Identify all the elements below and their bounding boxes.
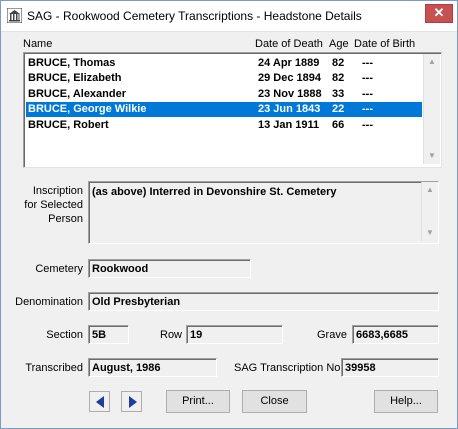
list-item[interactable]: BRUCE, Robert 13 Jan 1911 66 --- [26, 118, 422, 133]
scroll-down-icon[interactable]: ▼ [424, 148, 440, 164]
inscription-label-line1: Inscription [32, 185, 83, 197]
scroll-up-icon[interactable]: ▲ [424, 54, 440, 70]
date-of-birth: --- [362, 103, 373, 115]
inscription-scrollbar[interactable]: ▲ ▼ [421, 182, 438, 241]
close-button[interactable]: Close [242, 390, 307, 413]
column-header-date-of-birth[interactable]: Date of Birth [354, 38, 415, 50]
transcription-no-label: SAG Transcription No [234, 362, 341, 374]
cemetery-label: Cemetery [35, 263, 83, 275]
grave-field[interactable]: 6683,6685 [352, 325, 439, 344]
date-of-birth: --- [362, 119, 373, 131]
window-title: SAG - Rookwood Cemetery Transcriptions -… [27, 9, 362, 23]
person-name: BRUCE, Elizabeth [28, 72, 122, 84]
age: 22 [332, 103, 345, 115]
denomination-field[interactable]: Old Presbyterian [88, 292, 439, 311]
transcribed-field[interactable]: August, 1986 [88, 358, 217, 377]
section-label: Section [46, 329, 83, 341]
right-arrow-icon [129, 396, 137, 408]
date-of-birth: --- [362, 72, 373, 84]
date-of-death: 23 Nov 1888 [258, 88, 322, 100]
headstone-details-window: SAG - Rookwood Cemetery Transcriptions -… [0, 0, 458, 429]
list-scrollbar[interactable]: ▲ ▼ [423, 54, 440, 164]
date-of-birth: --- [362, 57, 373, 69]
inscription-field[interactable]: (as above) Interred in Devonshire St. Ce… [88, 181, 439, 244]
list-item[interactable]: BRUCE, Elizabeth 29 Dec 1894 82 --- [26, 71, 422, 86]
date-of-death: 24 Apr 1889 [258, 57, 320, 69]
transcription-no-field[interactable]: 39958 [341, 358, 439, 377]
age: 82 [332, 72, 345, 84]
age: 82 [332, 57, 345, 69]
cemetery-field[interactable]: Rookwood [88, 259, 251, 278]
age: 66 [332, 119, 345, 131]
grave-label: Grave [317, 329, 347, 341]
window-close-button[interactable]: ✕ [425, 4, 453, 23]
title-bar: SAG - Rookwood Cemetery Transcriptions -… [1, 1, 457, 32]
date-of-death: 29 Dec 1894 [258, 72, 321, 84]
date-of-death: 13 Jan 1911 [258, 119, 320, 131]
next-record-button[interactable] [121, 391, 142, 412]
list-item-selected[interactable]: BRUCE, George Wilkie 23 Jun 1843 22 --- [26, 102, 422, 117]
print-button[interactable]: Print... [166, 390, 230, 413]
help-button[interactable]: Help... [374, 390, 438, 413]
inscription-label-line2: for Selected [24, 199, 83, 211]
row-label: Row [160, 329, 183, 341]
list-item[interactable]: BRUCE, Alexander 23 Nov 1888 33 --- [26, 87, 422, 102]
denomination-label: Denomination [15, 296, 83, 308]
person-name: BRUCE, Thomas [28, 57, 116, 69]
person-name: BRUCE, George Wilkie [28, 103, 147, 115]
inscription-text: (as above) Interred in Devonshire St. Ce… [92, 186, 337, 198]
person-list[interactable]: BRUCE, Thomas 24 Apr 1889 82 --- BRUCE, … [23, 52, 442, 168]
inscription-label-line3: Person [48, 213, 83, 225]
age: 33 [332, 88, 345, 100]
date-of-birth: --- [362, 88, 373, 100]
building-icon [7, 8, 22, 23]
person-name: BRUCE, Robert [28, 119, 109, 131]
transcribed-label: Transcribed [25, 362, 83, 374]
scroll-up-icon[interactable]: ▲ [422, 182, 438, 198]
scroll-down-icon[interactable]: ▼ [422, 225, 438, 241]
column-header-date-of-death[interactable]: Date of Death [255, 38, 323, 50]
section-field[interactable]: 5B [88, 325, 129, 344]
list-item[interactable]: BRUCE, Thomas 24 Apr 1889 82 --- [26, 56, 422, 71]
column-header-name[interactable]: Name [23, 38, 52, 50]
column-header-age[interactable]: Age [329, 38, 349, 50]
date-of-death: 23 Jun 1843 [258, 103, 321, 115]
previous-record-button[interactable] [89, 391, 110, 412]
person-name: BRUCE, Alexander [28, 88, 127, 100]
row-field[interactable]: 19 [186, 325, 283, 344]
left-arrow-icon [96, 396, 104, 408]
